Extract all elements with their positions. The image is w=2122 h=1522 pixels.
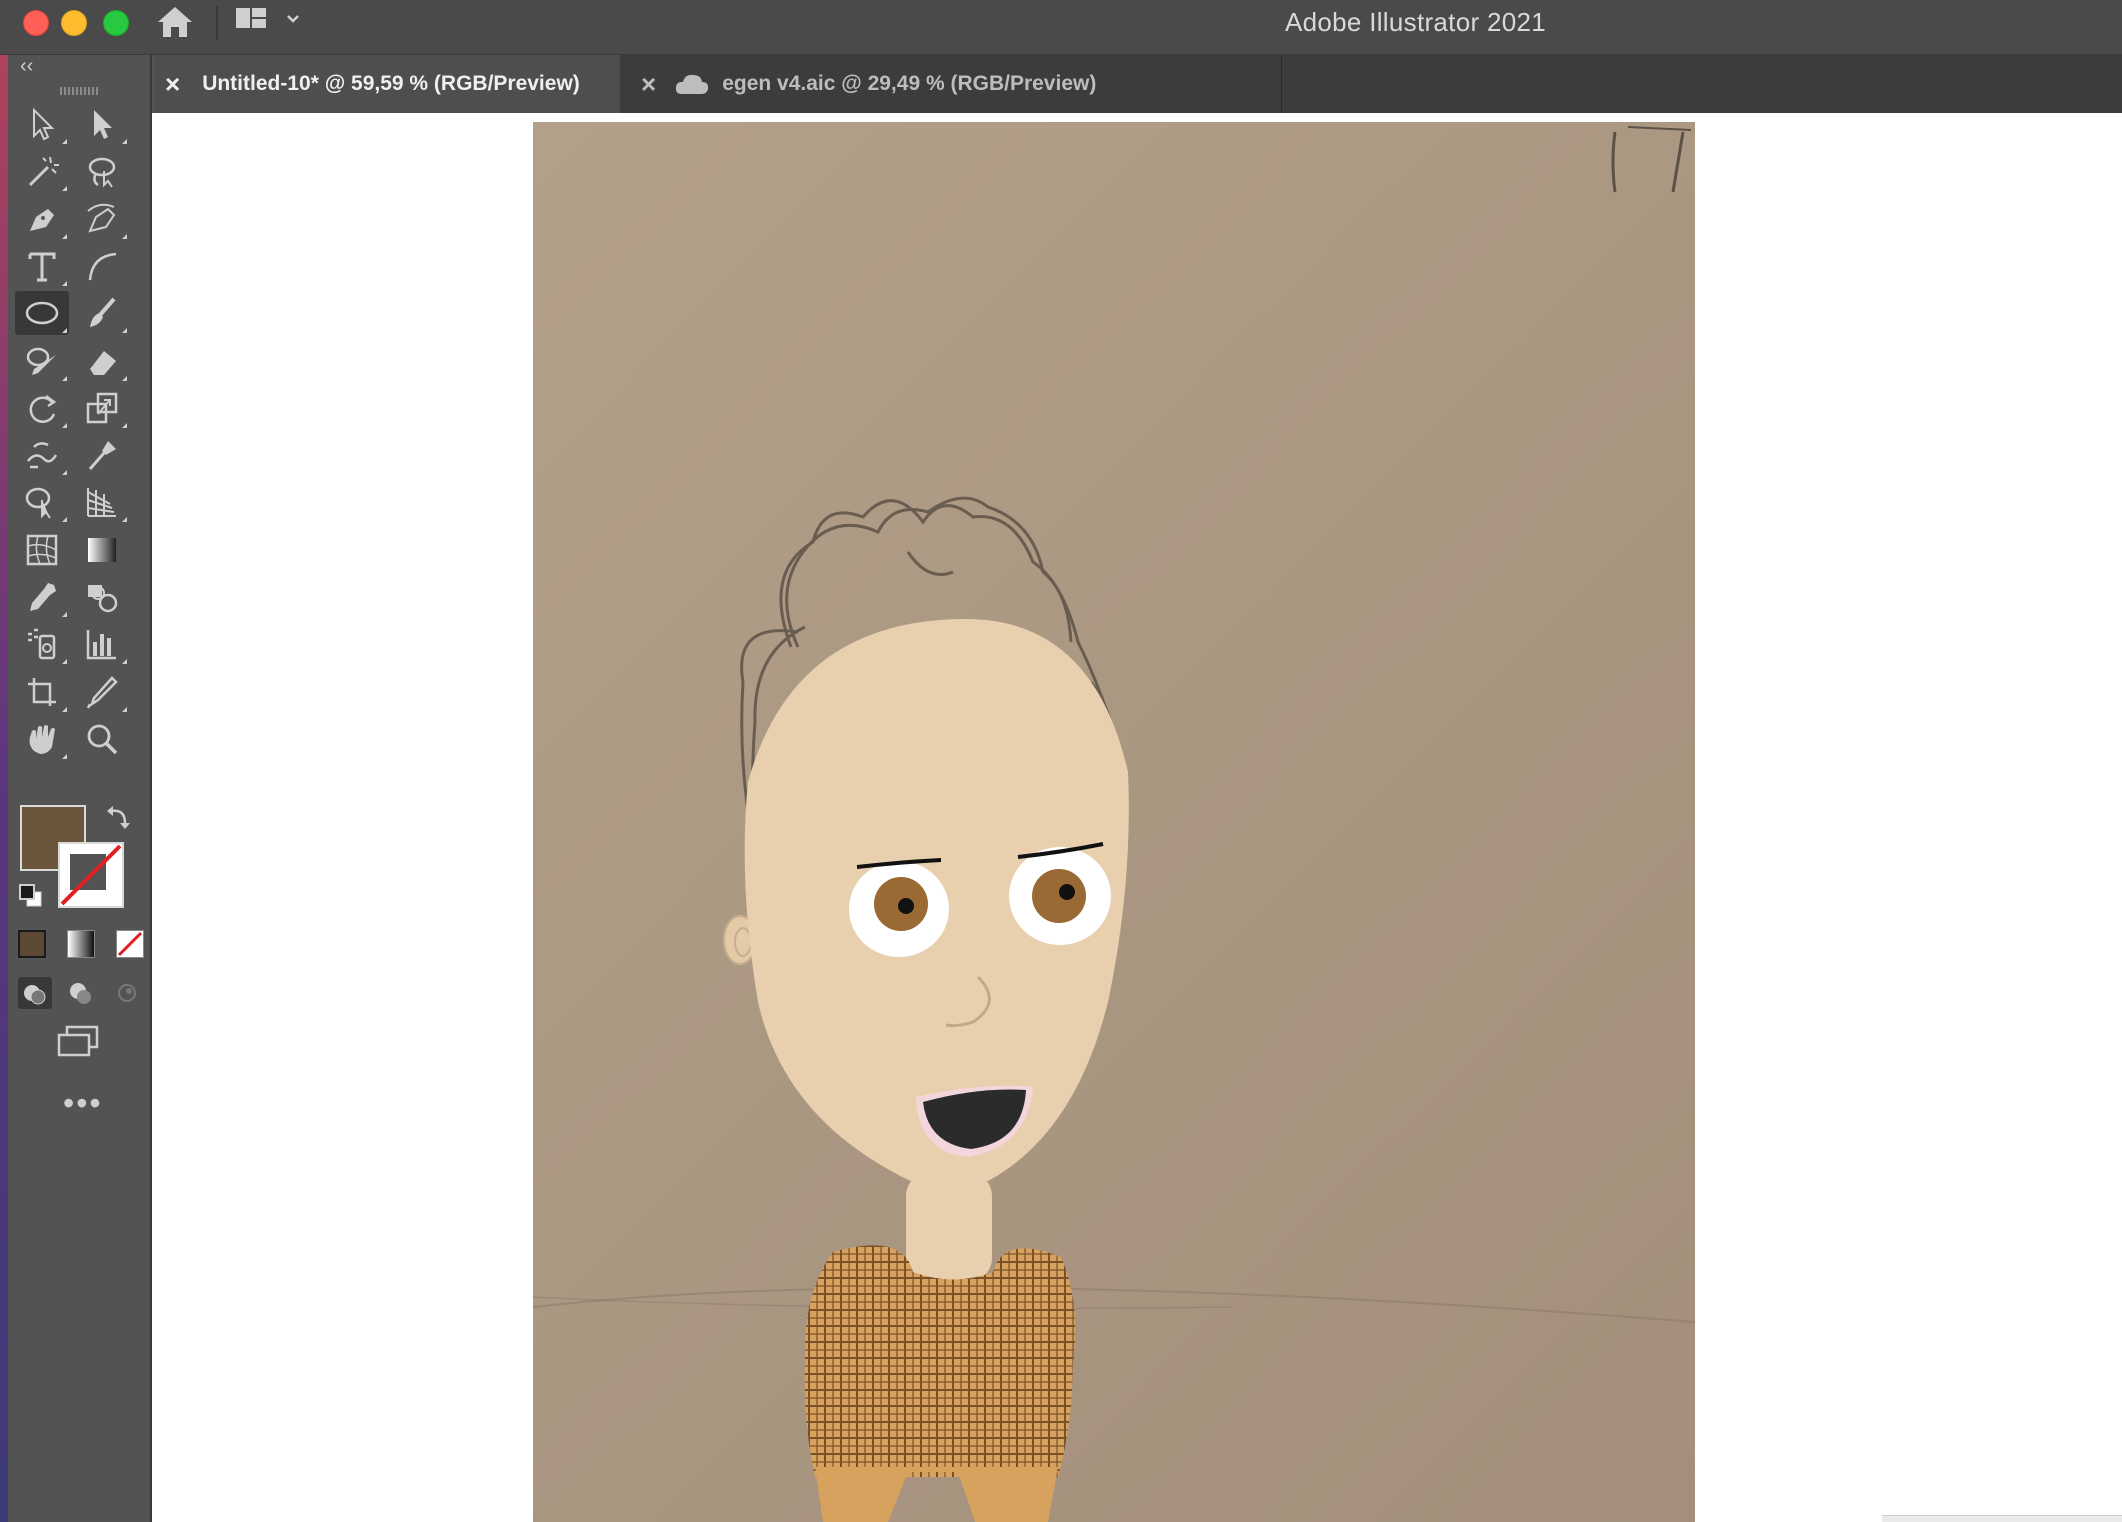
pen-tool[interactable] bbox=[15, 197, 69, 241]
blend-tool[interactable] bbox=[75, 575, 129, 619]
desktop-edge bbox=[0, 55, 8, 1522]
column-graph-tool[interactable] bbox=[75, 622, 129, 666]
rotate-tool[interactable] bbox=[15, 386, 69, 430]
draw-behind-icon[interactable] bbox=[64, 977, 98, 1009]
artboard-tool[interactable] bbox=[15, 670, 69, 714]
minimize-window-button[interactable] bbox=[61, 10, 87, 36]
ellipse-tool[interactable] bbox=[15, 291, 69, 336]
zoom-tool[interactable] bbox=[75, 717, 129, 761]
paintbrush-icon bbox=[90, 297, 116, 328]
magic-wand-icon bbox=[28, 157, 59, 187]
curvature-tool[interactable] bbox=[75, 197, 129, 241]
blob-brush-icon bbox=[26, 347, 56, 375]
title-bar: Adobe Illustrator 2021 bbox=[0, 0, 2122, 55]
arc-icon bbox=[88, 252, 117, 281]
lasso-tool[interactable] bbox=[75, 149, 129, 193]
tab-label: Untitled-10* @ 59,59 % (RGB/Preview) bbox=[202, 72, 580, 95]
warp-icon bbox=[27, 442, 58, 469]
change-screen-mode-icon[interactable] bbox=[55, 1025, 101, 1059]
document-tabs: × Untitled-10* @ 59,59 % (RGB/Preview) ×… bbox=[155, 55, 2122, 114]
tab-untitled-10[interactable]: × Untitled-10* @ 59,59 % (RGB/Preview) bbox=[155, 55, 620, 113]
paintbrush-tool[interactable] bbox=[75, 291, 129, 335]
lasso-icon bbox=[88, 158, 116, 188]
app-title: Adobe Illustrator 2021 bbox=[1285, 7, 1546, 37]
eraser-icon bbox=[90, 350, 116, 375]
artboard[interactable] bbox=[533, 122, 1695, 1522]
perspective-grid-tool[interactable] bbox=[75, 480, 129, 524]
none-mode-icon[interactable] bbox=[116, 930, 144, 958]
type-tool[interactable] bbox=[15, 244, 69, 288]
edit-toolbar-more-icon[interactable]: ••• bbox=[63, 1085, 103, 1122]
puppet-warp-icon bbox=[88, 441, 116, 471]
direct-selection-icon bbox=[94, 110, 112, 139]
home-icon[interactable] bbox=[156, 5, 194, 39]
selection-tool[interactable] bbox=[15, 102, 69, 146]
close-window-button[interactable] bbox=[23, 10, 49, 36]
blend-icon bbox=[88, 585, 118, 613]
shape-builder-tool[interactable] bbox=[15, 480, 69, 524]
close-tab-icon[interactable]: × bbox=[641, 69, 656, 100]
curvature-icon bbox=[87, 203, 116, 233]
swap-fill-stroke-icon[interactable] bbox=[105, 805, 133, 831]
tab-egen-v4[interactable]: × egen v4.aic @ 29,49 % (RGB/Preview) bbox=[621, 55, 1282, 113]
collapse-panel-icon[interactable]: ‹‹ bbox=[20, 55, 33, 78]
symbol-sprayer-tool[interactable] bbox=[15, 622, 69, 666]
default-fill-stroke-icon[interactable] bbox=[18, 883, 44, 909]
mesh-tool[interactable] bbox=[15, 528, 69, 572]
canvas-area[interactable] bbox=[152, 113, 2122, 1522]
hand-tool[interactable] bbox=[15, 717, 69, 761]
hand-icon bbox=[29, 724, 55, 754]
scale-icon bbox=[86, 392, 118, 424]
pen-icon bbox=[30, 208, 54, 231]
mesh-icon bbox=[26, 534, 58, 565]
gradient-mode-icon[interactable] bbox=[67, 930, 95, 958]
direct-selection-tool[interactable] bbox=[75, 102, 129, 146]
magic-wand-tool[interactable] bbox=[15, 149, 69, 193]
rotate-icon bbox=[29, 394, 57, 423]
arc-tool[interactable] bbox=[75, 244, 129, 288]
tools-panel: ‹‹ ••• bbox=[8, 55, 152, 1522]
puppet-warp-tool[interactable] bbox=[75, 433, 129, 477]
panel-grip[interactable] bbox=[60, 87, 100, 95]
close-tab-icon[interactable]: × bbox=[165, 69, 180, 100]
column-graph-icon bbox=[86, 630, 116, 660]
perspective-grid-icon bbox=[87, 488, 116, 518]
slice-tool[interactable] bbox=[75, 670, 129, 714]
draw-inside-icon[interactable] bbox=[110, 977, 144, 1009]
maximize-window-button[interactable] bbox=[103, 10, 129, 36]
workspace-switcher-icon[interactable] bbox=[234, 6, 304, 32]
eyedropper-tool[interactable] bbox=[15, 575, 69, 619]
slice-icon bbox=[86, 675, 118, 709]
eyedropper-icon bbox=[30, 583, 56, 611]
selection-icon bbox=[33, 107, 55, 141]
zoom-icon bbox=[87, 724, 118, 755]
shape-builder-icon bbox=[25, 488, 51, 519]
gradient-tool[interactable] bbox=[75, 528, 129, 572]
properties-panel-edge bbox=[1882, 1515, 2122, 1522]
symbol-sprayer-icon bbox=[28, 629, 56, 660]
tab-label: egen v4.aic @ 29,49 % (RGB/Preview) bbox=[722, 72, 1097, 95]
scale-tool[interactable] bbox=[75, 386, 129, 430]
warp-tool[interactable] bbox=[15, 433, 69, 477]
eraser-tool[interactable] bbox=[75, 339, 129, 383]
type-icon bbox=[28, 252, 56, 282]
ellipse-icon bbox=[25, 301, 59, 325]
artboard-icon bbox=[28, 677, 56, 706]
color-mode-icon[interactable] bbox=[18, 930, 46, 958]
blob-brush-tool[interactable] bbox=[15, 339, 69, 383]
gradient-icon bbox=[88, 537, 116, 562]
stroke-color-swatch[interactable] bbox=[58, 842, 124, 908]
character-illustration[interactable] bbox=[533, 122, 1695, 1522]
draw-normal-icon[interactable] bbox=[18, 977, 52, 1009]
cloud-icon bbox=[676, 74, 709, 94]
